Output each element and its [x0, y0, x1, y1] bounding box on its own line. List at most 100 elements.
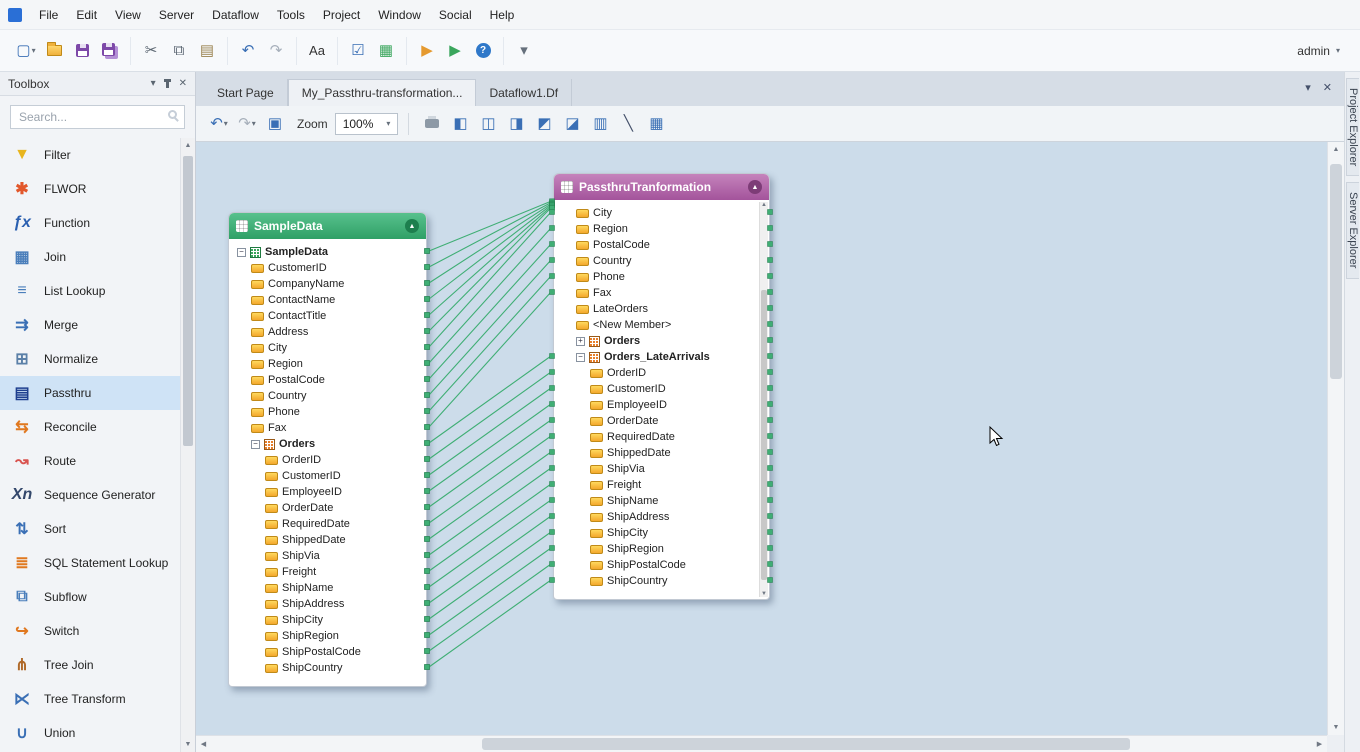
tree-row[interactable]: +Orders: [554, 333, 769, 349]
toolbox-item-list-lookup[interactable]: ≡List Lookup: [0, 274, 180, 308]
open-button[interactable]: [41, 38, 67, 64]
tree-row[interactable]: ContactName: [229, 292, 426, 308]
tree-row[interactable]: LateOrders: [554, 301, 769, 317]
toolbox-item-sort[interactable]: ⇅Sort: [0, 512, 180, 546]
toolbox-item-tree-join[interactable]: ⋔Tree Join: [0, 648, 180, 682]
scroll-left-icon[interactable]: ◀: [196, 736, 211, 752]
menu-window[interactable]: Window: [369, 3, 430, 27]
tree-row[interactable]: ShipName: [229, 580, 426, 596]
tree-row[interactable]: ShipPostalCode: [554, 557, 769, 573]
toolbox-item-normalize[interactable]: ⊞Normalize: [0, 342, 180, 376]
toolbox-item-sequence-generator[interactable]: XnSequence Generator: [0, 478, 180, 512]
menu-project[interactable]: Project: [314, 3, 369, 27]
side-tab-project-explorer[interactable]: Project Explorer: [1346, 78, 1359, 176]
toolbox-item-passthru[interactable]: ▤Passthru: [0, 376, 180, 410]
tree-row[interactable]: ShippedDate: [554, 445, 769, 461]
toolbox-item-subflow[interactable]: ⧉Subflow: [0, 580, 180, 614]
menu-dataflow[interactable]: Dataflow: [203, 3, 268, 27]
align-center-button[interactable]: ◫: [475, 111, 501, 137]
tree-row[interactable]: Region: [554, 221, 769, 237]
tree-row[interactable]: ShipAddress: [229, 596, 426, 612]
scroll-up-icon[interactable]: ▲: [1328, 142, 1344, 157]
tree-row[interactable]: ShippedDate: [229, 532, 426, 548]
undo-button[interactable]: ↶: [235, 38, 261, 64]
tree-row[interactable]: ShipCity: [229, 612, 426, 628]
close-icon[interactable]: ✕: [179, 78, 187, 89]
undo-button[interactable]: ↶▾: [206, 111, 232, 137]
align-left-button[interactable]: ◧: [447, 111, 473, 137]
tree-row[interactable]: CustomerID: [554, 381, 769, 397]
tree-row[interactable]: <New Member>: [554, 317, 769, 333]
scrollbar-thumb[interactable]: [1330, 164, 1342, 379]
tree-row[interactable]: ShipVia: [554, 461, 769, 477]
tree-row[interactable]: ShipCity: [554, 525, 769, 541]
collapse-expander-icon[interactable]: −: [237, 248, 246, 257]
copy-button[interactable]: ⧉: [166, 38, 192, 64]
preview-button[interactable]: ▦: [373, 38, 399, 64]
tree-row[interactable]: OrderDate: [554, 413, 769, 429]
redo-button[interactable]: ↷: [263, 38, 289, 64]
tree-row[interactable]: −Orders_LateArrivals: [554, 349, 769, 365]
tree-row[interactable]: Phone: [229, 404, 426, 420]
scroll-down-icon[interactable]: ▼: [181, 737, 195, 752]
tree-row[interactable]: ShipRegion: [229, 628, 426, 644]
tree-row[interactable]: −Orders: [229, 436, 426, 452]
align-bottom-button[interactable]: ▥: [587, 111, 613, 137]
node-header[interactable]: PassthruTranformation▲: [554, 174, 769, 200]
tree-row[interactable]: OrderID: [229, 452, 426, 468]
user-menu[interactable]: admin ▾: [1297, 44, 1354, 58]
toolbox-item-union[interactable]: ∪Union: [0, 716, 180, 750]
connector-line-button[interactable]: ╲: [615, 111, 641, 137]
tree-row[interactable]: ShipPostalCode: [229, 644, 426, 660]
tree-row[interactable]: OrderDate: [229, 500, 426, 516]
tree-row[interactable]: City: [554, 205, 769, 221]
toolbar-overflow-button[interactable]: ▾: [511, 38, 537, 64]
node-sampledata[interactable]: SampleData▲ −SampleDataCustomerIDCompanyN…: [228, 212, 427, 687]
tree-row[interactable]: EmployeeID: [229, 484, 426, 500]
save-all-button[interactable]: [97, 38, 123, 64]
scroll-down-icon[interactable]: ▼: [1328, 720, 1344, 735]
scrollbar-thumb[interactable]: [482, 738, 1130, 750]
tree-row[interactable]: CustomerID: [229, 260, 426, 276]
new-dataflow-button[interactable]: ▢▾: [13, 38, 39, 64]
scrollbar-thumb[interactable]: [761, 290, 767, 580]
zoom-fit-button[interactable]: ▣: [262, 111, 288, 137]
font-button[interactable]: Aa: [304, 38, 330, 64]
tree-row[interactable]: ShipAddress: [554, 509, 769, 525]
menu-tools[interactable]: Tools: [268, 3, 314, 27]
print-button[interactable]: [419, 111, 445, 137]
tree-row[interactable]: ShipCountry: [554, 573, 769, 589]
tree-row[interactable]: PostalCode: [229, 372, 426, 388]
tree-row[interactable]: Fax: [229, 420, 426, 436]
node-header[interactable]: SampleData▲: [229, 213, 426, 239]
menu-view[interactable]: View: [106, 3, 150, 27]
toolbox-item-join[interactable]: ▦Join: [0, 240, 180, 274]
tree-row[interactable]: CompanyName: [229, 276, 426, 292]
tab-my-passthru-transformation-[interactable]: My_Passthru-transformation...: [288, 79, 477, 106]
zoom-select[interactable]: 100% ▾: [335, 113, 399, 135]
toolbox-item-filter[interactable]: ▼Filter: [0, 138, 180, 172]
paste-button[interactable]: ▤: [194, 38, 220, 64]
collapse-badge-icon[interactable]: ▲: [748, 180, 762, 194]
tree-row[interactable]: Freight: [554, 477, 769, 493]
dataflow-canvas[interactable]: SampleData▲−SampleDataCustomerIDCompanyN…: [196, 142, 1327, 735]
scroll-up-icon[interactable]: ▲: [181, 138, 195, 153]
cut-button[interactable]: ✂: [138, 38, 164, 64]
node-scrollbar[interactable]: ▲▼: [759, 202, 768, 597]
collapse-expander-icon[interactable]: −: [251, 440, 260, 449]
tree-row[interactable]: ShipCountry: [229, 660, 426, 676]
toolbox-item-function[interactable]: ƒxFunction: [0, 206, 180, 240]
tree-row[interactable]: Region: [229, 356, 426, 372]
menu-social[interactable]: Social: [430, 3, 481, 27]
tree-row[interactable]: RequiredDate: [554, 429, 769, 445]
tree-row[interactable]: Freight: [229, 564, 426, 580]
tree-row[interactable]: Country: [554, 253, 769, 269]
menu-file[interactable]: File: [30, 3, 67, 27]
help-button[interactable]: [470, 38, 496, 64]
expand-expander-icon[interactable]: +: [576, 337, 585, 346]
tree-row[interactable]: ShipName: [554, 493, 769, 509]
tree-row[interactable]: −SampleData: [229, 244, 426, 260]
menu-help[interactable]: Help: [481, 3, 524, 27]
tree-row[interactable]: ShipVia: [229, 548, 426, 564]
toolbox-item-merge[interactable]: ⇉Merge: [0, 308, 180, 342]
